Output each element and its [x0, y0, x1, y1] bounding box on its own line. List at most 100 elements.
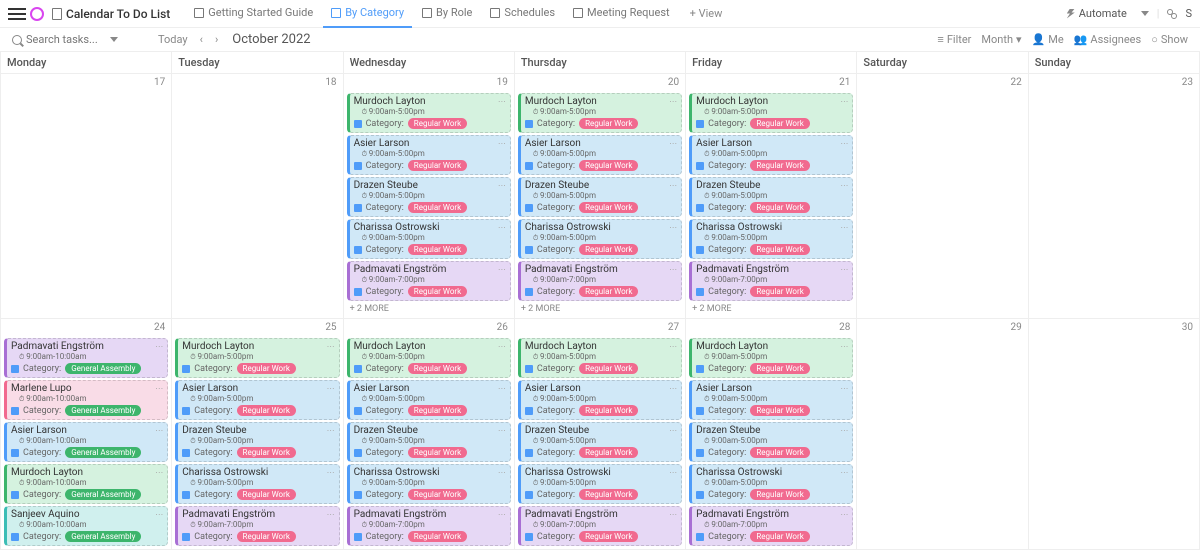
- category-tag[interactable]: Regular Work: [750, 118, 809, 129]
- event-menu-icon[interactable]: ⋯: [327, 384, 335, 393]
- category-tag[interactable]: Regular Work: [408, 489, 467, 500]
- period-select[interactable]: Month ▾: [981, 33, 1021, 46]
- search-input[interactable]: [26, 33, 106, 46]
- event-menu-icon[interactable]: ⋯: [498, 468, 506, 477]
- category-tag[interactable]: General Assembly: [65, 531, 141, 542]
- add-view-button[interactable]: + View: [682, 7, 731, 20]
- event-menu-icon[interactable]: ⋯: [669, 510, 677, 519]
- category-tag[interactable]: Regular Work: [408, 202, 467, 213]
- day-cell[interactable]: 23: [1029, 74, 1200, 319]
- event-menu-icon[interactable]: ⋯: [669, 342, 677, 351]
- calendar-event[interactable]: Charissa Ostrowski9:00am-5:00pmCategory:…: [347, 464, 511, 504]
- more-events-link[interactable]: + 2 MORE: [686, 302, 856, 316]
- category-tag[interactable]: Regular Work: [579, 160, 638, 171]
- calendar-event[interactable]: Asier Larson9:00am-5:00pmCategory:Regula…: [347, 380, 511, 420]
- category-tag[interactable]: Regular Work: [408, 405, 467, 416]
- category-tag[interactable]: Regular Work: [750, 531, 809, 542]
- show-button[interactable]: ○ Show: [1151, 33, 1188, 46]
- automate-chevron-icon[interactable]: [1141, 11, 1149, 16]
- category-tag[interactable]: Regular Work: [408, 286, 467, 297]
- tab-meeting-request[interactable]: Meeting Request: [565, 0, 678, 28]
- category-tag[interactable]: Regular Work: [750, 286, 809, 297]
- category-tag[interactable]: Regular Work: [750, 160, 809, 171]
- day-cell[interactable]: 21Murdoch Layton9:00am-5:00pmCategory:Re…: [686, 74, 857, 319]
- me-button[interactable]: 👤 Me: [1032, 33, 1064, 46]
- calendar-event[interactable]: Padmavati Engström9:00am-7:00pmCategory:…: [518, 506, 682, 546]
- event-menu-icon[interactable]: ⋯: [498, 139, 506, 148]
- calendar-event[interactable]: Asier Larson9:00am-5:00pmCategory:Regula…: [175, 380, 339, 420]
- calendar-event[interactable]: Asier Larson9:00am-5:00pmCategory:Regula…: [518, 135, 682, 175]
- calendar-event[interactable]: Charissa Ostrowski9:00am-5:00pmCategory:…: [518, 219, 682, 259]
- calendar-event[interactable]: Drazen Steube9:00am-5:00pmCategory:Regul…: [689, 177, 853, 217]
- calendar-event[interactable]: Murdoch Layton9:00am-5:00pmCategory:Regu…: [689, 93, 853, 133]
- event-menu-icon[interactable]: ⋯: [840, 97, 848, 106]
- calendar-event[interactable]: Padmavati Engström9:00am-7:00pmCategory:…: [518, 261, 682, 301]
- event-menu-icon[interactable]: ⋯: [840, 265, 848, 274]
- day-cell[interactable]: 19Murdoch Layton9:00am-5:00pmCategory:Re…: [344, 74, 515, 319]
- event-menu-icon[interactable]: ⋯: [155, 426, 163, 435]
- event-menu-icon[interactable]: ⋯: [669, 223, 677, 232]
- event-menu-icon[interactable]: ⋯: [840, 510, 848, 519]
- event-menu-icon[interactable]: ⋯: [327, 510, 335, 519]
- calendar-event[interactable]: Murdoch Layton9:00am-5:00pmCategory:Regu…: [347, 93, 511, 133]
- share-icon[interactable]: [1167, 9, 1177, 19]
- tab-getting-started-guide[interactable]: Getting Started Guide: [186, 0, 321, 28]
- calendar-event[interactable]: Drazen Steube9:00am-5:00pmCategory:Regul…: [518, 177, 682, 217]
- category-tag[interactable]: Regular Work: [750, 244, 809, 255]
- category-tag[interactable]: Regular Work: [579, 363, 638, 374]
- more-events-link[interactable]: + 2 MORE: [344, 302, 514, 316]
- event-menu-icon[interactable]: ⋯: [840, 426, 848, 435]
- category-tag[interactable]: General Assembly: [65, 363, 141, 374]
- event-menu-icon[interactable]: ⋯: [840, 181, 848, 190]
- calendar-event[interactable]: Drazen Steube9:00am-5:00pmCategory:Regul…: [347, 422, 511, 462]
- tab-schedules[interactable]: Schedules: [482, 0, 563, 28]
- calendar-event[interactable]: Asier Larson9:00am-5:00pmCategory:Regula…: [689, 380, 853, 420]
- calendar-event[interactable]: Marlene Lupo9:00am-10:00amCategory:Gener…: [4, 380, 168, 420]
- filter-button[interactable]: ≡ Filter: [937, 33, 971, 46]
- category-tag[interactable]: Regular Work: [237, 405, 296, 416]
- event-menu-icon[interactable]: ⋯: [498, 384, 506, 393]
- category-tag[interactable]: Regular Work: [579, 405, 638, 416]
- category-tag[interactable]: Regular Work: [579, 118, 638, 129]
- event-menu-icon[interactable]: ⋯: [840, 384, 848, 393]
- event-menu-icon[interactable]: ⋯: [840, 342, 848, 351]
- event-menu-icon[interactable]: ⋯: [498, 97, 506, 106]
- menu-icon[interactable]: [8, 5, 26, 23]
- tab-by-role[interactable]: By Role: [414, 0, 480, 28]
- day-cell[interactable]: 22: [857, 74, 1028, 319]
- event-menu-icon[interactable]: ⋯: [498, 223, 506, 232]
- calendar-event[interactable]: Drazen Steube9:00am-5:00pmCategory:Regul…: [689, 422, 853, 462]
- category-tag[interactable]: Regular Work: [408, 160, 467, 171]
- event-menu-icon[interactable]: ⋯: [155, 510, 163, 519]
- category-tag[interactable]: General Assembly: [65, 489, 141, 500]
- calendar-event[interactable]: Murdoch Layton9:00am-5:00pmCategory:Regu…: [689, 338, 853, 378]
- event-menu-icon[interactable]: ⋯: [669, 468, 677, 477]
- event-menu-icon[interactable]: ⋯: [669, 181, 677, 190]
- today-button[interactable]: Today: [152, 33, 194, 46]
- category-tag[interactable]: General Assembly: [65, 447, 141, 458]
- day-cell[interactable]: 20Murdoch Layton9:00am-5:00pmCategory:Re…: [515, 74, 686, 319]
- assignees-button[interactable]: 👥 Assignees: [1074, 33, 1142, 46]
- calendar-event[interactable]: Drazen Steube9:00am-5:00pmCategory:Regul…: [347, 177, 511, 217]
- event-menu-icon[interactable]: ⋯: [840, 139, 848, 148]
- day-cell[interactable]: 29: [857, 319, 1028, 550]
- event-menu-icon[interactable]: ⋯: [327, 426, 335, 435]
- automate-button[interactable]: Automate: [1061, 5, 1133, 22]
- category-tag[interactable]: Regular Work: [237, 363, 296, 374]
- event-menu-icon[interactable]: ⋯: [498, 181, 506, 190]
- category-tag[interactable]: Regular Work: [408, 531, 467, 542]
- prev-button[interactable]: ‹: [194, 33, 209, 46]
- event-menu-icon[interactable]: ⋯: [669, 426, 677, 435]
- event-menu-icon[interactable]: ⋯: [498, 265, 506, 274]
- calendar-event[interactable]: Charissa Ostrowski9:00am-5:00pmCategory:…: [347, 219, 511, 259]
- event-menu-icon[interactable]: ⋯: [155, 384, 163, 393]
- category-tag[interactable]: Regular Work: [579, 244, 638, 255]
- event-menu-icon[interactable]: ⋯: [327, 342, 335, 351]
- tab-by-category[interactable]: By Category: [323, 0, 412, 28]
- category-tag[interactable]: Regular Work: [750, 447, 809, 458]
- calendar-event[interactable]: Asier Larson9:00am-5:00pmCategory:Regula…: [689, 135, 853, 175]
- calendar-event[interactable]: Murdoch Layton9:00am-5:00pmCategory:Regu…: [175, 338, 339, 378]
- day-cell[interactable]: 17: [1, 74, 172, 319]
- calendar-event[interactable]: Asier Larson9:00am-10:00amCategory:Gener…: [4, 422, 168, 462]
- workspace-icon[interactable]: [30, 7, 44, 21]
